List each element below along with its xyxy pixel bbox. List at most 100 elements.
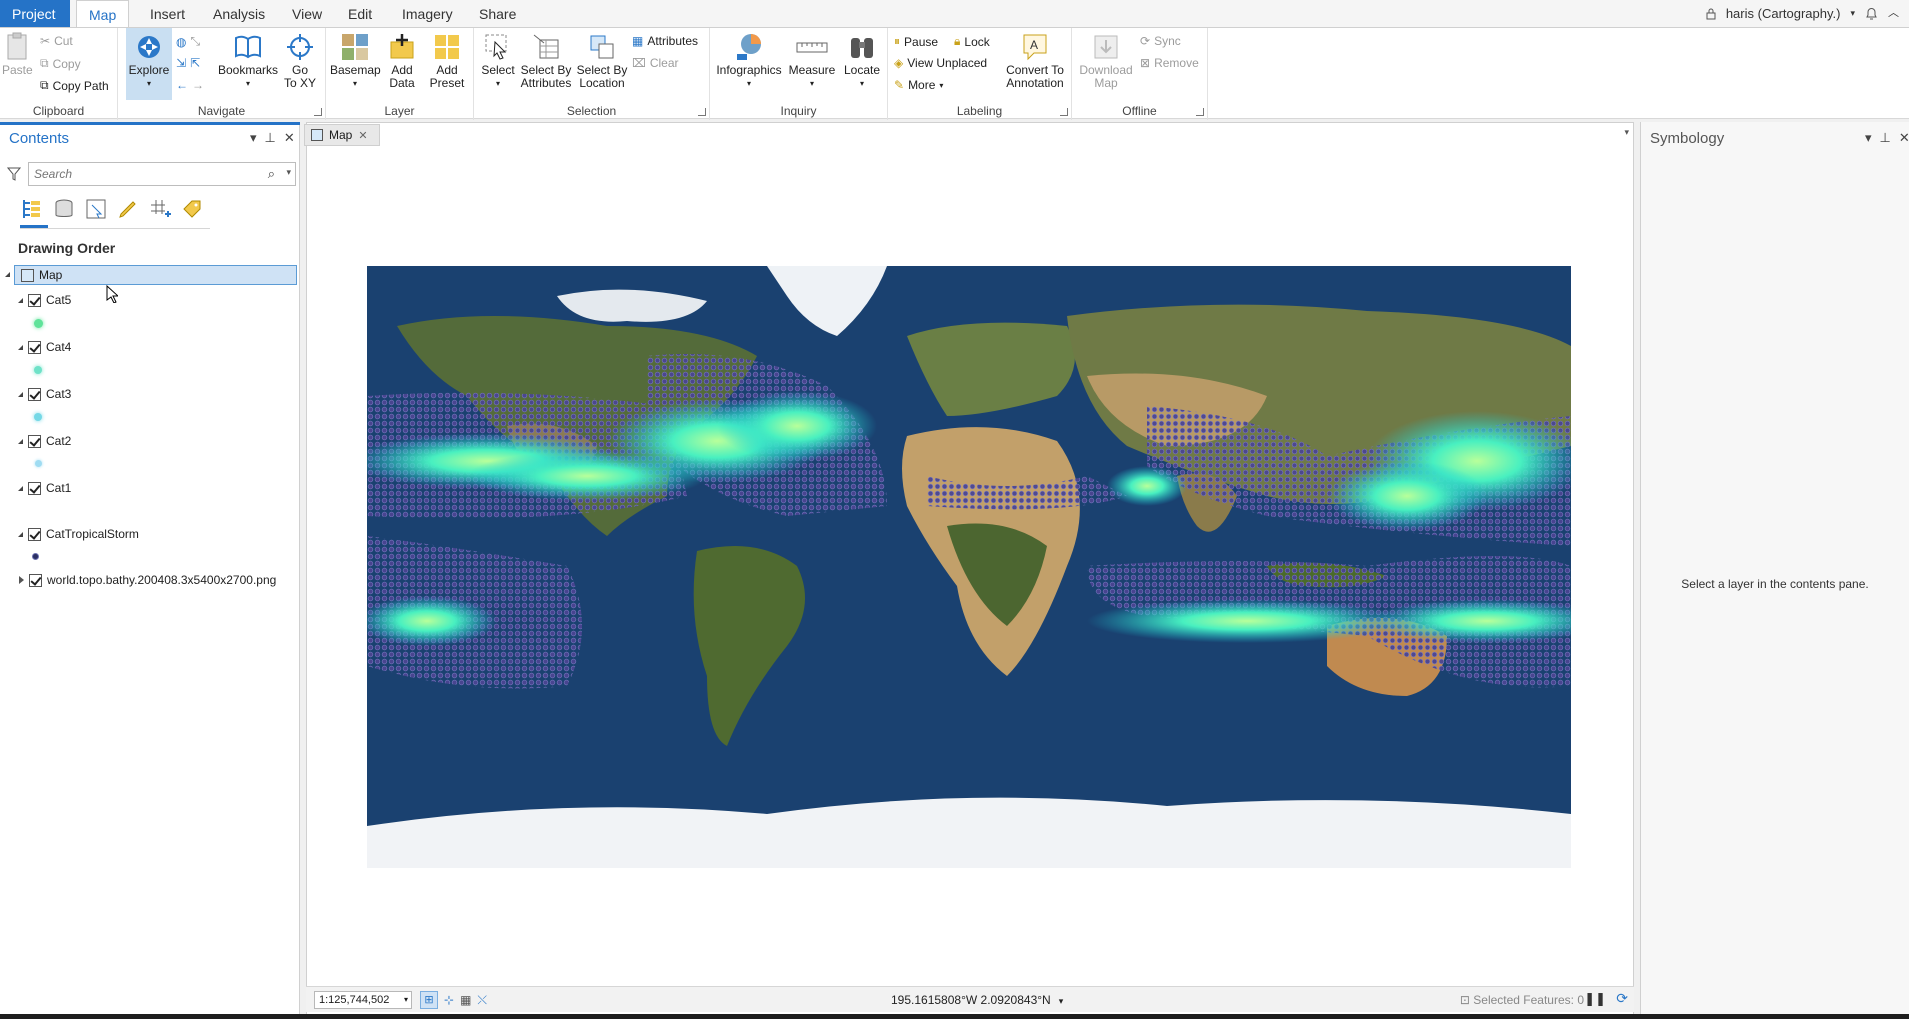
cat2-symbol-icon[interactable] [35,460,42,467]
map-view-options-icon[interactable]: ▾ [1624,127,1629,138]
attributes-button[interactable]: ▦ Attributes [632,34,698,48]
tab-view[interactable]: View [280,0,334,27]
grid-icon[interactable]: ▦ [460,993,471,1007]
layer-row-cattropicalstorm[interactable]: CatTropicalStorm [14,524,139,544]
layer-row-cat4[interactable]: Cat4 [14,337,71,357]
close-icon[interactable]: ✕ [1899,130,1909,146]
layer-row-cat3[interactable]: Cat3 [14,384,71,404]
layer-row-cat2[interactable]: Cat2 [14,431,71,451]
basemap-button[interactable]: Basemap ▾ [330,32,381,90]
user-menu[interactable]: haris (Cartography.) ▾ ︿ [1706,0,1899,27]
search-options-icon[interactable]: ▾ [286,167,291,178]
cat5-symbol-icon[interactable] [34,319,43,328]
visibility-checkbox[interactable] [28,293,41,307]
tab-project[interactable]: Project [0,0,70,27]
pause-drawing-icon[interactable]: ❚❚ [1584,991,1606,1007]
sync-button[interactable]: ⟳ Sync [1140,34,1181,48]
add-data-button[interactable]: Add Data [382,32,422,90]
copy-path-button[interactable]: ⧉ Copy Path [40,78,109,93]
visibility-checkbox[interactable] [28,527,41,541]
snapping-icon[interactable]: ⊹ [444,993,454,1007]
pin-icon[interactable]: ⊥ [265,130,276,146]
expand-arrow-icon[interactable] [18,531,23,537]
expand-arrow-icon[interactable] [18,485,23,491]
list-by-editing-icon[interactable] [116,197,140,221]
layer-row-cat1[interactable]: Cat1 [14,478,71,498]
close-icon[interactable]: ✕ [284,130,295,146]
clear-button[interactable]: ⌧ Clear [632,56,679,70]
list-by-source-icon[interactable] [52,197,76,221]
visibility-checkbox[interactable] [28,481,41,495]
selected-features-status[interactable]: ⊡ Selected Features: 0 [1460,993,1584,1007]
pane-menu-icon[interactable]: ▾ [1865,130,1872,146]
tab-edit[interactable]: Edit [336,0,384,27]
infographics-button[interactable]: Infographics ▾ [716,32,782,90]
explore-button[interactable]: Explore ▾ [126,28,172,100]
view-unplaced-button[interactable]: ◈ View Unplaced [894,56,987,70]
previous-extent-button[interactable]: ← → [176,78,204,92]
remove-button[interactable]: ⊠ Remove [1140,56,1199,70]
zoom-button[interactable]: ⇲ ⇱ [176,56,200,70]
convert-to-annotation-button[interactable]: A Convert To Annotation [1002,32,1068,90]
visibility-checkbox[interactable] [28,387,41,401]
collapse-arrow-icon[interactable] [5,272,10,277]
paste-button[interactable]: Paste [2,32,33,77]
list-by-drawing-order-icon[interactable] [20,197,44,221]
navigate-launcher-icon[interactable] [314,108,322,116]
select-button[interactable]: Select ▾ [478,32,518,90]
tab-insert[interactable]: Insert [138,0,197,27]
full-extent-button[interactable]: ◍ ⤡ [176,34,200,49]
more-labeling-button[interactable]: ✎ More ▾ [894,78,943,92]
copy-button[interactable]: ⧉ Copy [40,56,81,71]
expand-arrow-icon[interactable] [18,297,23,303]
list-by-labeling-icon[interactable] [180,197,204,221]
select-by-attributes-button[interactable]: Select By Attributes [518,32,574,90]
cat4-symbol-icon[interactable] [34,366,42,374]
search-icon[interactable]: ⌕ [268,166,275,182]
offline-launcher-icon[interactable] [1196,108,1204,116]
selection-launcher-icon[interactable] [698,108,706,116]
world-map-canvas[interactable] [367,266,1571,868]
add-preset-button[interactable]: Add Preset [424,32,470,90]
expand-arrow-icon[interactable] [18,438,23,444]
visibility-checkbox[interactable] [29,573,42,587]
scale-selector[interactable]: 1:125,744,502 ▾ [314,991,412,1009]
navigation-mode-icon[interactable]: ⊞ [420,991,438,1009]
search-input[interactable] [29,163,259,185]
select-by-location-button[interactable]: Select By Location [574,32,630,90]
bell-icon[interactable] [1865,7,1878,21]
measure-button[interactable]: Measure ▾ [786,32,838,90]
expand-arrow-icon[interactable] [18,344,23,350]
correction-icon[interactable]: ⤬ [477,993,487,1008]
close-tab-icon[interactable]: ✕ [358,129,367,142]
cut-button[interactable]: ✂ Cut [40,34,73,48]
download-map-button[interactable]: Download Map [1076,32,1136,90]
cat3-symbol-icon[interactable] [34,413,42,421]
map-view-tab[interactable]: Map ✕ [304,124,380,146]
list-by-selection-icon[interactable] [84,197,108,221]
layer-row-basemap-image[interactable]: world.topo.bathy.200408.3x5400x2700.png [14,570,276,590]
labeling-launcher-icon[interactable] [1060,108,1068,116]
pause-labeling-button[interactable]: ⏸ Pause [894,34,938,49]
collapse-ribbon-icon[interactable]: ︿ [1888,0,1899,27]
expand-arrow-icon[interactable] [18,391,23,397]
pane-menu-icon[interactable]: ▾ [250,130,257,146]
go-to-xy-button[interactable]: Go To XY [280,32,320,90]
pin-icon[interactable]: ⊥ [1880,130,1891,146]
bookmarks-button[interactable]: Bookmarks ▾ [218,32,278,90]
map-node[interactable]: Map [14,265,297,285]
visibility-checkbox[interactable] [28,340,41,354]
list-by-snapping-icon[interactable] [148,197,172,221]
expand-arrow-icon[interactable] [19,576,24,584]
refresh-icon[interactable]: ⟳ [1616,990,1628,1007]
layer-row-cat5[interactable]: Cat5 [14,290,71,310]
lock-labels-button[interactable]: 🔒︎ Lock [954,34,990,49]
locate-button[interactable]: Locate ▾ [840,32,884,90]
tab-analysis[interactable]: Analysis [201,0,277,27]
tab-imagery[interactable]: Imagery [390,0,465,27]
filter-icon[interactable] [7,167,21,181]
tab-map[interactable]: Map [76,0,130,27]
visibility-checkbox[interactable] [28,434,41,448]
tropical-storm-symbol-icon[interactable] [32,553,39,560]
chevron-down-icon[interactable]: ▾ [1059,996,1064,1006]
